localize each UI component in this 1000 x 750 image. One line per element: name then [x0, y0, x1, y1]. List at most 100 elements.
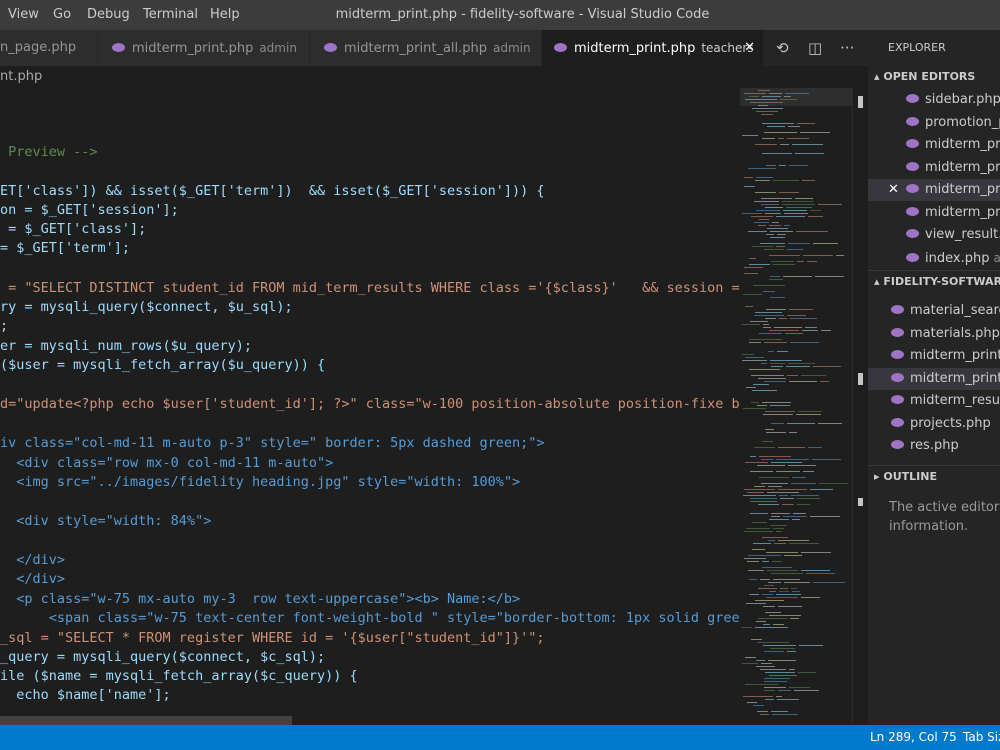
minimap-line — [764, 690, 775, 691]
minimap-line — [778, 138, 784, 139]
minimap-line — [756, 210, 780, 211]
minimap-line — [766, 597, 798, 598]
breadcrumb[interactable]: nt.php — [0, 66, 868, 88]
minimap-line — [747, 561, 759, 562]
minimap-line — [750, 501, 777, 502]
minimap-line — [759, 477, 789, 478]
minimap-line — [744, 267, 763, 268]
minimap-line — [771, 711, 788, 712]
minimap-line — [769, 519, 789, 520]
minimap-line — [754, 486, 765, 487]
status-bar: Ln 289, Col 75 Tab Siz — [0, 725, 1000, 750]
minimap-line — [763, 624, 770, 625]
project-file-item[interactable]: res.php — [868, 435, 1000, 457]
minimap-line — [743, 495, 776, 496]
tab-label: midterm_print.php — [132, 41, 254, 56]
minimap-line — [767, 570, 798, 571]
minimap-line — [752, 246, 773, 247]
php-file-icon — [906, 184, 919, 193]
minimap-line — [818, 423, 842, 424]
minimap-line — [765, 213, 781, 214]
minimap-line — [766, 165, 776, 166]
open-editor-item[interactable]: view_result.p — [868, 224, 1000, 246]
project-file-item[interactable]: projects.php — [868, 413, 1000, 435]
minimap-line — [764, 342, 787, 343]
minimap-line — [771, 573, 803, 574]
window-title: midterm_print.php - fidelity-software - … — [335, 7, 710, 22]
code-line: <img src="../images/fidelity heading.jpg… — [0, 474, 521, 490]
minimap-line — [763, 324, 769, 325]
title-bar: View Go Debug Terminal Help midterm_prin… — [0, 0, 1000, 30]
minimap-line — [759, 333, 782, 334]
horizontal-scrollbar[interactable] — [0, 716, 292, 725]
minimap-line — [768, 540, 775, 541]
minimap-line — [779, 495, 788, 496]
project-header[interactable]: ▴ FIDELITY-SOFTWARE — [868, 270, 1000, 292]
tab-size[interactable]: Tab Siz — [963, 730, 1000, 744]
minimap-line — [773, 624, 784, 625]
minimap-line — [787, 138, 809, 139]
close-icon[interactable]: ✕ — [744, 30, 755, 66]
project-file-item[interactable]: midterm_print_ — [868, 345, 1000, 367]
minimap-line — [763, 645, 796, 646]
project-file-item[interactable]: midterm_results — [868, 390, 1000, 412]
tab-midterm-print-all-admin[interactable]: midterm_print_all.php admin — [310, 30, 542, 66]
project-file-item[interactable]: materials.php — [868, 323, 1000, 345]
minimap-line — [792, 477, 806, 478]
tab-midterm-print-admin[interactable]: midterm_print.php admin — [98, 30, 310, 66]
minimap-line — [756, 621, 766, 622]
php-file-icon — [906, 253, 919, 262]
minimap-line — [792, 591, 800, 592]
minimap-line — [768, 582, 781, 583]
minimap-line — [771, 423, 784, 424]
minimap-line — [762, 537, 788, 538]
open-editor-item[interactable]: promotion_p — [868, 112, 1000, 134]
open-editor-item-active[interactable]: ✕midterm_prin — [868, 179, 1000, 201]
minimap-line — [758, 378, 786, 379]
project-file-item[interactable]: material_search — [868, 300, 1000, 322]
vertical-scrollbar[interactable] — [852, 88, 866, 725]
tab-midterm-print-teachers[interactable]: midterm_print.php teachers ✕ — [542, 30, 764, 66]
more-icon[interactable]: ··· — [840, 39, 854, 57]
close-icon[interactable]: ✕ — [888, 179, 899, 201]
outline-header[interactable]: ▸ OUTLINE — [868, 465, 1000, 487]
minimap-line — [787, 423, 815, 424]
minimap-line — [743, 408, 766, 409]
open-editor-item[interactable]: midterm_prin — [868, 157, 1000, 179]
open-editor-item[interactable]: midterm_prin — [868, 134, 1000, 156]
minimap-line — [787, 375, 798, 376]
open-editors-header[interactable]: ▴ OPEN EDITORS — [868, 66, 1000, 88]
compare-icon[interactable]: ⟲ — [776, 39, 789, 57]
minimap-line — [770, 297, 785, 298]
open-editor-item[interactable]: midterm_prin — [868, 202, 1000, 224]
minimap-line — [820, 381, 829, 382]
minimap-line — [806, 573, 835, 574]
tab-n-page[interactable]: n_page.php — [0, 30, 98, 66]
minimap-line — [749, 369, 780, 370]
cursor-position[interactable]: Ln 289, Col 75 — [870, 730, 957, 744]
outline-empty-message: The active editor ca information. — [889, 500, 1000, 534]
minimap-line — [762, 567, 792, 568]
minimap-line — [782, 504, 794, 505]
minimap-slider[interactable] — [740, 88, 852, 106]
code-editor[interactable]: Preview --> ET['class']) && isset($_GET[… — [0, 88, 740, 725]
open-editor-item[interactable]: index.phpac — [868, 247, 1000, 269]
minimap-line — [783, 516, 807, 517]
open-editor-item[interactable]: sidebar.php — [868, 89, 1000, 111]
minimap-line — [772, 714, 798, 715]
minimap-line — [767, 126, 785, 127]
project-file-item-selected[interactable]: midterm_print.p — [868, 368, 1000, 390]
minimap-line — [801, 552, 831, 553]
minimap[interactable] — [740, 88, 852, 725]
minimap-line — [796, 231, 828, 232]
minimap-line — [779, 192, 799, 193]
code-line: <div style="width: 84%"> — [0, 513, 212, 529]
minimap-line — [808, 447, 822, 448]
minimap-line — [755, 600, 784, 601]
minimap-line — [748, 168, 776, 169]
minimap-line — [764, 651, 784, 652]
minimap-line — [780, 144, 789, 145]
minimap-line — [766, 432, 786, 433]
minimap-line — [776, 471, 800, 472]
split-editor-icon[interactable]: ◫ — [808, 39, 822, 57]
